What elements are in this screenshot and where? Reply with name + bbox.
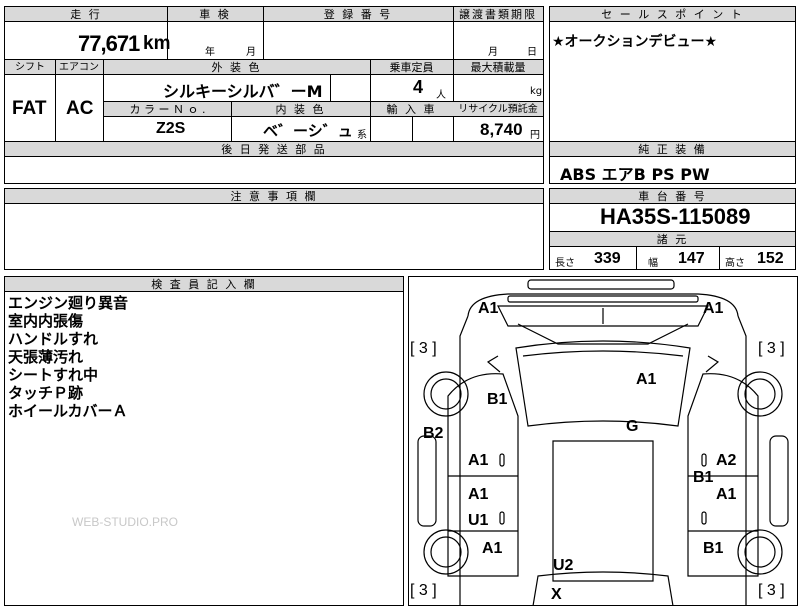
color-no-header: カ ラ ー Ｎ ｏ . xyxy=(104,102,231,117)
chassis-header: 車 台 番 号 xyxy=(550,189,795,204)
mileage-unit: km xyxy=(143,33,171,54)
max-load-header: 最大積載量 xyxy=(453,60,543,75)
mark-right-rear-door: A1 xyxy=(716,486,737,503)
sales-point-box xyxy=(549,6,796,142)
equipment-header: 純 正 装 備 xyxy=(550,142,795,157)
color-no-value: Z2S xyxy=(156,120,186,137)
inspection-year-unit: 年 xyxy=(205,47,215,58)
width-label: 幅 xyxy=(648,258,658,269)
inspector-notes: エンジン廻り異音 室内内張傷 ハンドルすれ 天張薄汚れ シートすれ中 タッチＰ跡… xyxy=(8,294,128,420)
interior-color-value: ベ゛ーシ゛ュ xyxy=(263,122,353,140)
note-line: シートすれ中 xyxy=(8,366,99,384)
mark-front-left: A1 xyxy=(478,300,499,317)
length-label: 長さ xyxy=(555,258,575,269)
exterior-color-value: シルキーシルバ゛ーM xyxy=(163,82,323,101)
length-value: 339 xyxy=(594,250,621,267)
mark-left-step: U1 xyxy=(468,512,489,529)
sales-point-header: セ ー ル ス ポ イ ン ト xyxy=(550,7,795,22)
caution-header: 注 意 事 項 欄 xyxy=(5,189,543,204)
mark-right-rear-quarter: B1 xyxy=(703,540,724,557)
inspection-month-unit: 月 xyxy=(246,47,256,58)
aircon-header: エアコン xyxy=(55,60,103,75)
interior-suffix: 系 xyxy=(357,130,367,141)
car-diagram xyxy=(417,279,789,606)
sales-point-text: ★オークションデビュー★ xyxy=(552,34,718,50)
mark-roof: G xyxy=(626,418,639,435)
height-value: 152 xyxy=(757,250,784,267)
capacity-value: 4 xyxy=(413,77,424,97)
height-label: 高さ xyxy=(725,258,745,269)
width-value: 147 xyxy=(678,250,705,267)
mark-windshield: A1 xyxy=(636,371,657,388)
inspector-header: 検 査 員 記 入 欄 xyxy=(5,277,403,292)
transfer-header: 譲渡書類期限 xyxy=(453,7,543,22)
mileage-value: 77,671 xyxy=(78,31,140,56)
mark-bracket-left-bottom: [ 3 ] xyxy=(410,582,437,599)
spec-header: 諸 元 xyxy=(550,232,795,247)
interior-color-header: 内 装 色 xyxy=(231,102,370,117)
parts-header: 後 日 発 送 部 品 xyxy=(5,142,543,157)
note-line: 室内内張傷 xyxy=(8,312,84,330)
recycle-value: 8,740 xyxy=(480,120,523,139)
recycle-header: リサイクル預託金 xyxy=(453,102,543,117)
transfer-month-unit: 月 xyxy=(488,47,498,58)
inspection-header: 車 検 xyxy=(167,7,263,22)
mark-front-right: A1 xyxy=(703,300,724,317)
import-header: 輸 入 車 xyxy=(370,102,453,117)
mileage-header: 走 行 xyxy=(5,7,167,22)
note-line: 天張薄汚れ xyxy=(8,348,84,366)
mark-bracket-right-top: [ 3 ] xyxy=(758,340,785,357)
mark-right-front-door-a: A2 xyxy=(716,452,737,469)
mark-left-rear-quarter: A1 xyxy=(482,540,503,557)
note-line: ホイールカバーＡ xyxy=(8,402,128,420)
note-line: ハンドルすれ xyxy=(8,330,99,348)
max-load-unit: kg xyxy=(530,86,543,97)
recycle-unit: 円 xyxy=(530,130,540,141)
mark-bracket-right-bottom: [ 3 ] xyxy=(758,582,785,599)
equipment-text: ABS エアB PS PW xyxy=(560,165,710,184)
aircon-value: AC xyxy=(66,98,94,119)
mark-left-fender: B2 xyxy=(423,425,444,442)
shift-header: シフト xyxy=(5,60,55,75)
registration-header: 登 録 番 号 xyxy=(263,7,453,22)
transfer-day-unit: 日 xyxy=(527,47,537,58)
watermark: WEB-STUDIO.PRO xyxy=(72,515,179,529)
mark-left-rear-door: A1 xyxy=(468,486,489,503)
shift-value: FAT xyxy=(12,98,47,119)
capacity-header: 乗車定員 xyxy=(370,60,453,75)
mark-rear: U2 xyxy=(553,557,574,574)
chassis-number: HA35S-115089 xyxy=(600,204,751,229)
mark-rear-x: X xyxy=(551,586,562,603)
mark-left-front-door: A1 xyxy=(468,452,489,469)
note-line: タッチＰ跡 xyxy=(8,384,84,402)
mark-right-front-door-b: B1 xyxy=(693,469,714,486)
exterior-color-header: 外 装 色 xyxy=(103,60,370,75)
mark-hood-left: B1 xyxy=(487,391,508,408)
capacity-unit: 人 xyxy=(436,90,446,101)
mark-bracket-left-top: [ 3 ] xyxy=(410,340,437,357)
note-line: エンジン廻り異音 xyxy=(8,294,129,312)
